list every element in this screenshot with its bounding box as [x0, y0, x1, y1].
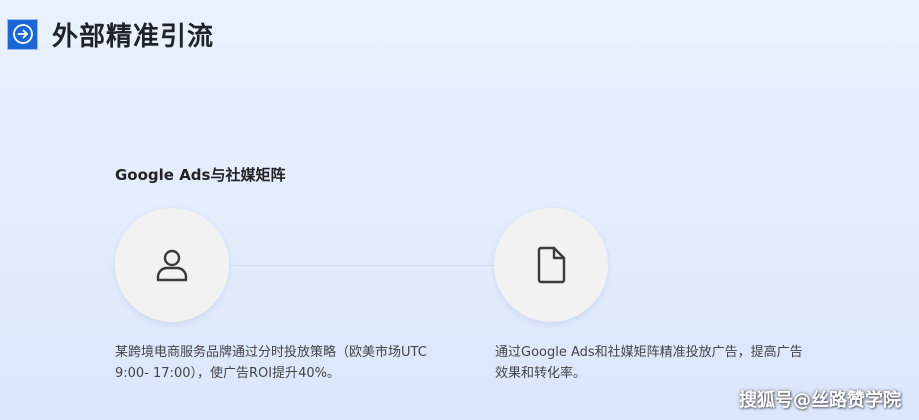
arrow-right-circle-icon [7, 18, 38, 50]
step-2-description: 通过Google Ads和社媒矩阵精准投放广告，提高广告效果和转化率。 [495, 345, 803, 381]
document-icon [537, 246, 566, 284]
page-header: 外部精准引流 [7, 14, 214, 54]
page-title: 外部精准引流 [52, 21, 215, 52]
step-2-circle [494, 208, 608, 322]
step-1-circle [115, 208, 229, 322]
user-icon [156, 249, 188, 282]
step-1-description: 某跨境电商服务品牌通过分时投放策略（欧美市场UTC 9:00- 17:00），使… [115, 345, 427, 381]
watermark: 搜狐号@丝路赞学院 [739, 390, 901, 411]
section-title: Google Ads与社媒矩阵 [115, 166, 286, 184]
step-connector-line [229, 265, 495, 266]
